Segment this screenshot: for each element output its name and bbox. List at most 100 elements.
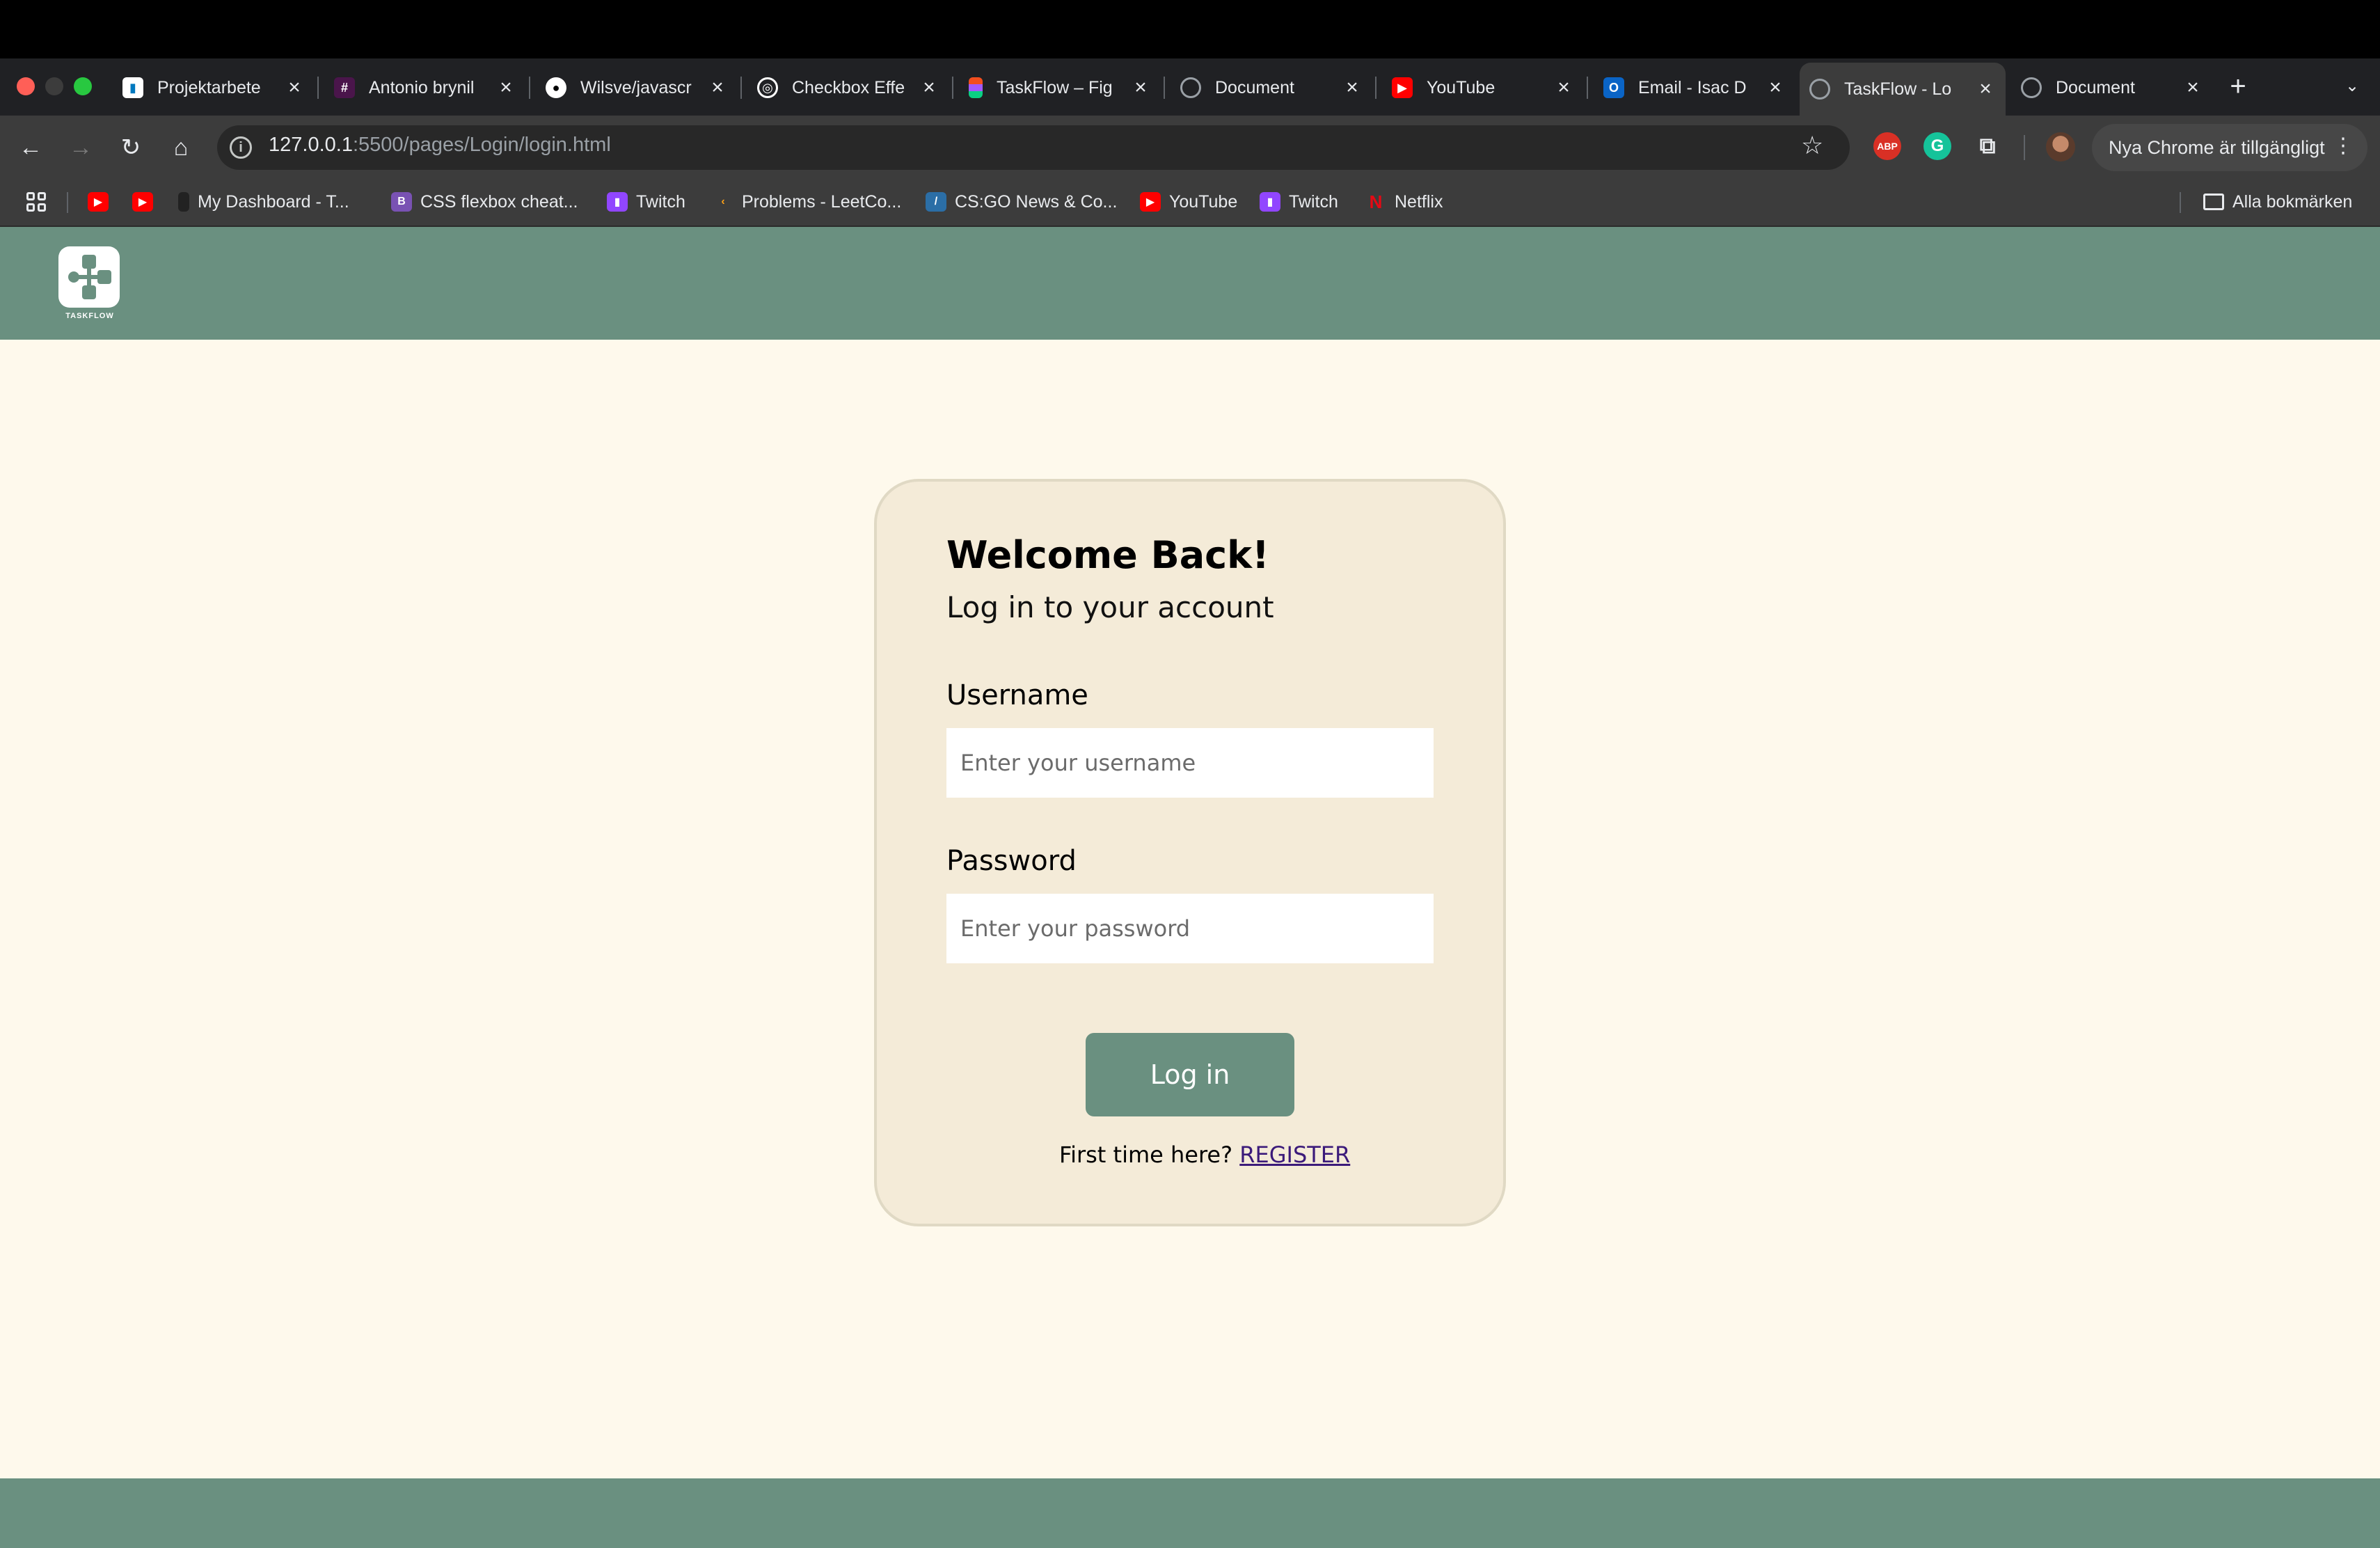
login-button[interactable]: Log in <box>1086 1033 1294 1116</box>
close-icon[interactable]: × <box>919 76 939 100</box>
logo-mark <box>58 246 120 308</box>
tab-projektarbete[interactable]: ▮ Projektarbete × <box>113 68 315 107</box>
chrome-update-button[interactable]: Nya Chrome är tillgängligt ⋮ <box>2092 124 2367 171</box>
bookmark-netflix[interactable]: N Netflix <box>1365 188 1443 216</box>
all-bookmarks-label: Alla bokmärken <box>2232 191 2353 212</box>
close-icon[interactable]: × <box>2182 76 2203 100</box>
register-prompt: First time here? <box>1059 1142 1233 1168</box>
close-icon[interactable]: × <box>1553 76 1574 100</box>
tab-github[interactable]: ● Wilsve/javascr × <box>536 68 738 107</box>
folder-icon <box>2203 194 2224 210</box>
tab-document-2[interactable]: Document × <box>2011 68 2213 107</box>
bookmark-label: My Dashboard - T... <box>198 191 349 212</box>
bookmark-label: Netflix <box>1395 191 1443 212</box>
bookmark-youtube-3[interactable]: ▶ YouTube <box>1140 188 1237 216</box>
url-text[interactable]: 127.0.0.1:5500/pages/Login/login.html <box>269 134 611 157</box>
toolbar-divider <box>2024 135 2025 160</box>
new-tab-button[interactable]: + <box>2221 70 2255 103</box>
forward-arrow-icon[interactable]: → <box>63 129 99 166</box>
url-path: :5500/pages/Login/login.html <box>352 134 611 156</box>
bookmark-label: Problems - LeetCo... <box>742 191 902 212</box>
more-vert-icon: ⋮ <box>2333 134 2354 157</box>
tab-label: Document <box>2056 77 2135 97</box>
tab-email[interactable]: O Email - Isac D × <box>1594 68 1795 107</box>
url-host: 127.0.0.1 <box>269 134 353 156</box>
tab-slack[interactable]: # Antonio brynil × <box>324 68 526 107</box>
close-icon[interactable]: × <box>495 76 516 100</box>
apps-grid-icon[interactable] <box>26 192 46 212</box>
bookmark-youtube-1[interactable]: ▶ <box>88 188 117 216</box>
login-title: Welcome Back! <box>946 533 1269 577</box>
back-arrow-icon[interactable]: ← <box>13 129 49 166</box>
bookmark-youtube-2[interactable]: ▶ <box>132 188 161 216</box>
register-link[interactable]: REGISTER <box>1239 1142 1350 1168</box>
minimize-window-button[interactable] <box>45 77 63 95</box>
reload-icon[interactable]: ↻ <box>113 129 149 166</box>
tab-label: Checkbox Effe <box>792 77 905 97</box>
login-subtitle: Log in to your account <box>946 590 1274 624</box>
taskflow-logo-icon <box>68 255 111 299</box>
tab-label: Document <box>1215 77 1294 97</box>
tab-codepen[interactable]: ◎ Checkbox Effe × <box>747 68 949 107</box>
figma-icon <box>969 77 983 98</box>
tab-divider <box>1164 77 1165 99</box>
grammarly-extension-icon[interactable]: G <box>1923 132 1951 160</box>
all-bookmarks-button[interactable]: Alla bokmärken <box>2203 188 2352 216</box>
tab-divider <box>1587 77 1588 99</box>
bootstrap-icon: B <box>391 192 412 212</box>
globe-icon <box>2021 77 2042 98</box>
site-header <box>0 227 2380 340</box>
bookmark-label: CSS flexbox cheat... <box>420 191 578 212</box>
password-label: Password <box>946 845 1077 877</box>
tab-label: Projektarbete <box>157 77 261 97</box>
tab-figma[interactable]: TaskFlow – Fig × <box>959 68 1161 107</box>
profile-avatar[interactable] <box>2046 132 2075 161</box>
close-icon[interactable]: × <box>1342 76 1363 100</box>
bookmark-star-icon[interactable]: ☆ <box>1801 131 1823 160</box>
youtube-icon: ▶ <box>132 192 153 212</box>
username-label: Username <box>946 679 1088 711</box>
youtube-icon: ▶ <box>88 192 109 212</box>
tab-label: Wilsve/javascr <box>580 77 692 97</box>
bookmark-csgo[interactable]: / CS:GO News & Co... <box>926 188 1117 216</box>
bookmark-label: CS:GO News & Co... <box>955 191 1118 212</box>
bookmark-leetcode[interactable]: ‹ Problems - LeetCo... <box>713 188 901 216</box>
tab-document[interactable]: Document × <box>1171 68 1372 107</box>
bookmark-label: YouTube <box>1169 191 1238 212</box>
close-icon[interactable]: × <box>1975 77 1996 101</box>
logo-text: TASKFLOW <box>65 312 114 320</box>
site-footer <box>0 1478 2380 1548</box>
close-icon[interactable]: × <box>284 76 305 100</box>
tab-taskflow-login[interactable]: TaskFlow - Lo × <box>1800 63 2006 116</box>
github-icon: ● <box>546 77 566 98</box>
username-input[interactable] <box>946 728 1434 798</box>
tab-search-chevron-icon[interactable]: ⌄ <box>2338 72 2366 100</box>
extensions-puzzle-icon[interactable]: ⧉ <box>1974 132 2001 160</box>
codepen-icon: ◎ <box>757 77 778 98</box>
close-icon[interactable]: × <box>1130 76 1151 100</box>
bookmark-css-flexbox[interactable]: B CSS flexbox cheat... <box>391 188 578 216</box>
twitch-icon: ▮ <box>607 192 628 212</box>
tab-label: Email - Isac D <box>1638 77 1747 97</box>
adblock-extension-icon[interactable]: ABP <box>1873 132 1901 160</box>
tab-youtube[interactable]: ▶ YouTube × <box>1382 68 1584 107</box>
bookmarks-divider <box>2180 192 2181 213</box>
tab-divider <box>317 77 319 99</box>
bookmark-twitch[interactable]: ▮ Twitch <box>607 188 685 216</box>
maximize-window-button[interactable] <box>74 77 92 95</box>
bookmark-dashboard[interactable]: My Dashboard - T... <box>178 188 349 216</box>
close-window-button[interactable] <box>17 77 35 95</box>
bookmark-twitch-2[interactable]: ▮ Twitch <box>1260 188 1338 216</box>
tab-divider <box>1375 77 1377 99</box>
home-icon[interactable]: ⌂ <box>163 129 199 166</box>
close-icon[interactable]: × <box>707 76 728 100</box>
taskflow-logo[interactable]: TASKFLOW <box>58 246 121 322</box>
netflix-icon: N <box>1369 191 1383 212</box>
bookmarks-divider <box>67 192 68 213</box>
youtube-icon: ▶ <box>1392 77 1413 98</box>
password-input[interactable] <box>946 894 1434 963</box>
bookmark-label: Twitch <box>1289 191 1338 212</box>
globe-icon <box>1180 77 1201 98</box>
close-icon[interactable]: × <box>1765 76 1786 100</box>
site-info-icon[interactable]: i <box>230 136 252 159</box>
